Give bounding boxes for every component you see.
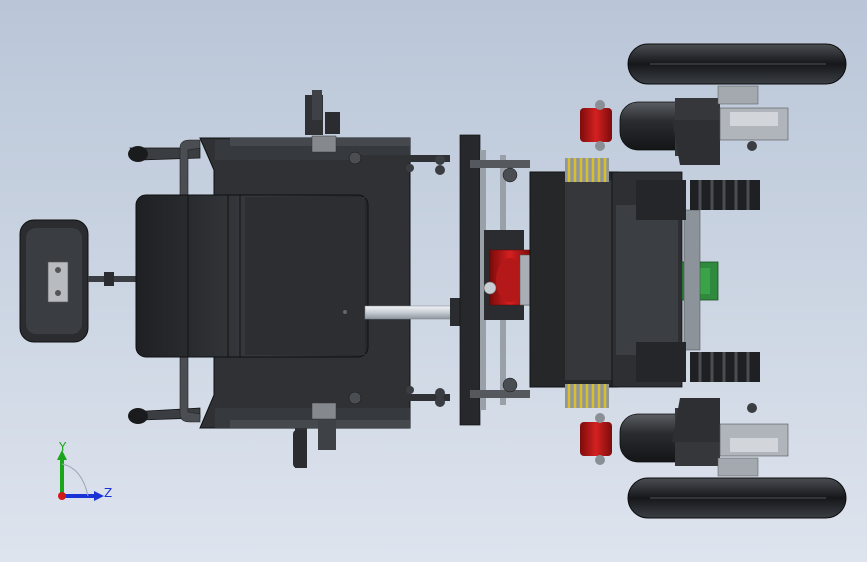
drive-motor-lower bbox=[619, 398, 789, 477]
suspension-upper bbox=[565, 100, 612, 182]
headrest bbox=[19, 219, 136, 343]
coil-spring-lower bbox=[565, 384, 609, 408]
y-axis-label: Y bbox=[59, 440, 67, 454]
cad-viewport[interactable]: Y Z bbox=[0, 0, 867, 562]
seat-cushion bbox=[135, 194, 369, 358]
suspension-lower bbox=[565, 384, 612, 465]
z-axis-label: Z bbox=[104, 486, 113, 500]
z-arrow-head bbox=[94, 491, 104, 501]
drive-axle bbox=[683, 209, 701, 351]
triad-arc bbox=[61, 463, 89, 497]
wheelchair-assembly-top-view[interactable] bbox=[0, 0, 867, 562]
armrest-pad bbox=[293, 430, 307, 468]
orientation-triad: Y Z bbox=[48, 440, 118, 510]
x-axis-dot bbox=[58, 492, 66, 500]
drive-motor-upper bbox=[619, 85, 789, 165]
drive-wheel-upper bbox=[627, 43, 847, 85]
coil-spring-upper bbox=[565, 158, 609, 182]
drive-wheel-lower bbox=[627, 477, 847, 519]
